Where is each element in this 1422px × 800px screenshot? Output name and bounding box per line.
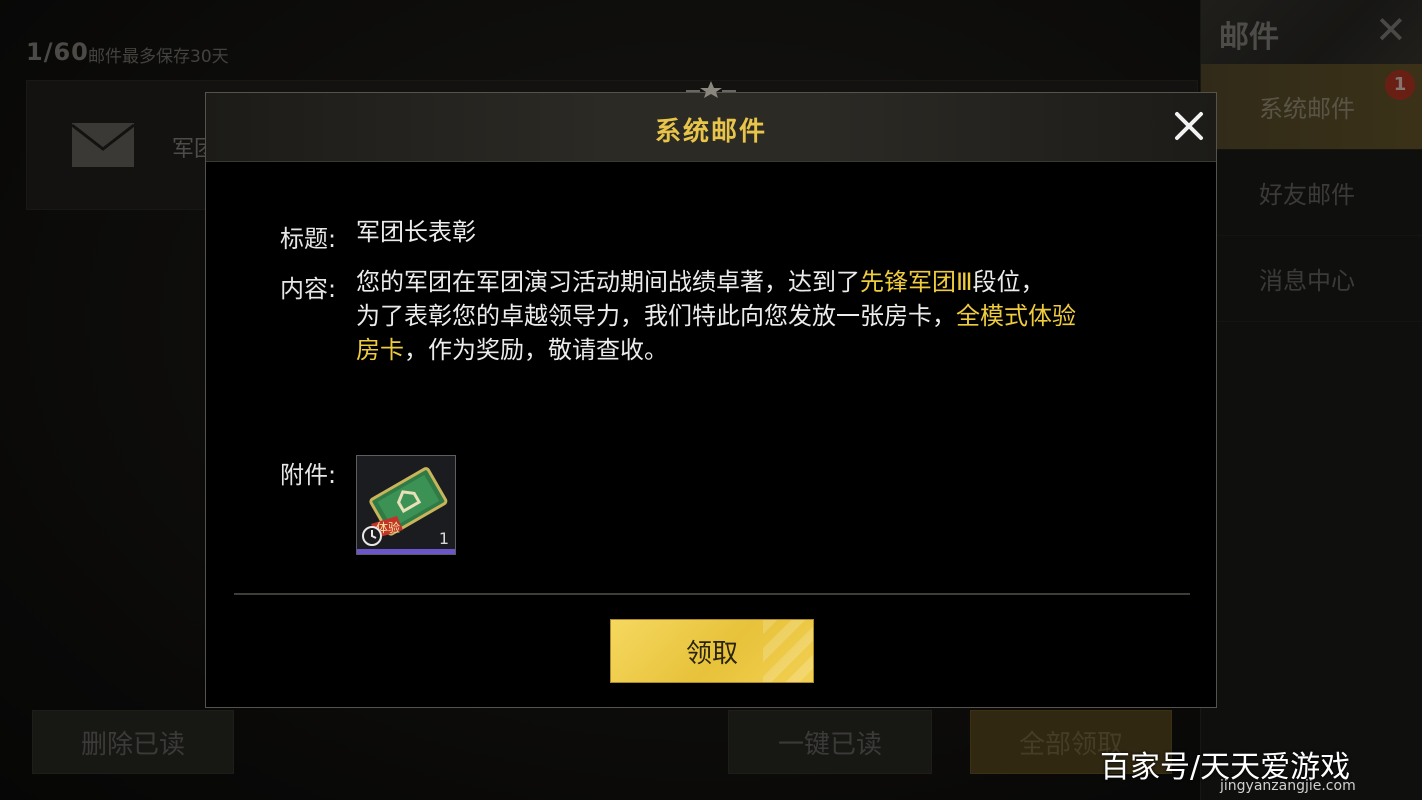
close-icon[interactable] <box>1172 109 1206 143</box>
claim-button[interactable]: 领取 <box>610 619 814 683</box>
content-part: 为了表彰您的卓越领导力，我们特此向您发放一张房卡， <box>356 302 956 330</box>
star-ornament-icon <box>686 81 736 98</box>
divider <box>234 593 1190 595</box>
attachment-quantity: 1 <box>438 529 449 548</box>
claim-button-label: 领取 <box>685 638 738 669</box>
content-part: 您的军团在军团演习活动期间战绩卓著，达到了 <box>356 268 860 296</box>
rarity-bar <box>357 549 455 554</box>
content-text: 您的军团在军团演习活动期间战绩卓著，达到了先锋军团Ⅲ段位， 为了表彰您的卓越领导… <box>356 265 1156 367</box>
dialog-title: 系统邮件 <box>654 117 767 147</box>
content-part: ，作为奖励，敬请查收。 <box>404 336 668 364</box>
highlight-reward: 全模式体验 <box>956 302 1076 330</box>
content-label: 内容: <box>280 275 337 303</box>
highlight-rank: 先锋军团Ⅲ <box>860 268 973 296</box>
content-part: 段位， <box>972 268 1045 296</box>
button-stripe-decoration <box>763 620 813 682</box>
dialog-header: 系统邮件 <box>206 81 1216 162</box>
attachment-label: 附件: <box>280 461 337 489</box>
watermark-sub: jingyanzangjie.com <box>1220 778 1356 794</box>
highlight-reward-cont: 房卡 <box>356 336 404 364</box>
subject-label: 标题: <box>280 225 337 253</box>
subject-value: 军团长表彰 <box>356 218 476 246</box>
attachment-item[interactable]: 体验 1 <box>356 455 456 555</box>
system-mail-dialog: 系统邮件 标题: 军团长表彰 内容: 您的军团在军团演习活动期间战绩卓著，达到了… <box>205 81 1217 708</box>
